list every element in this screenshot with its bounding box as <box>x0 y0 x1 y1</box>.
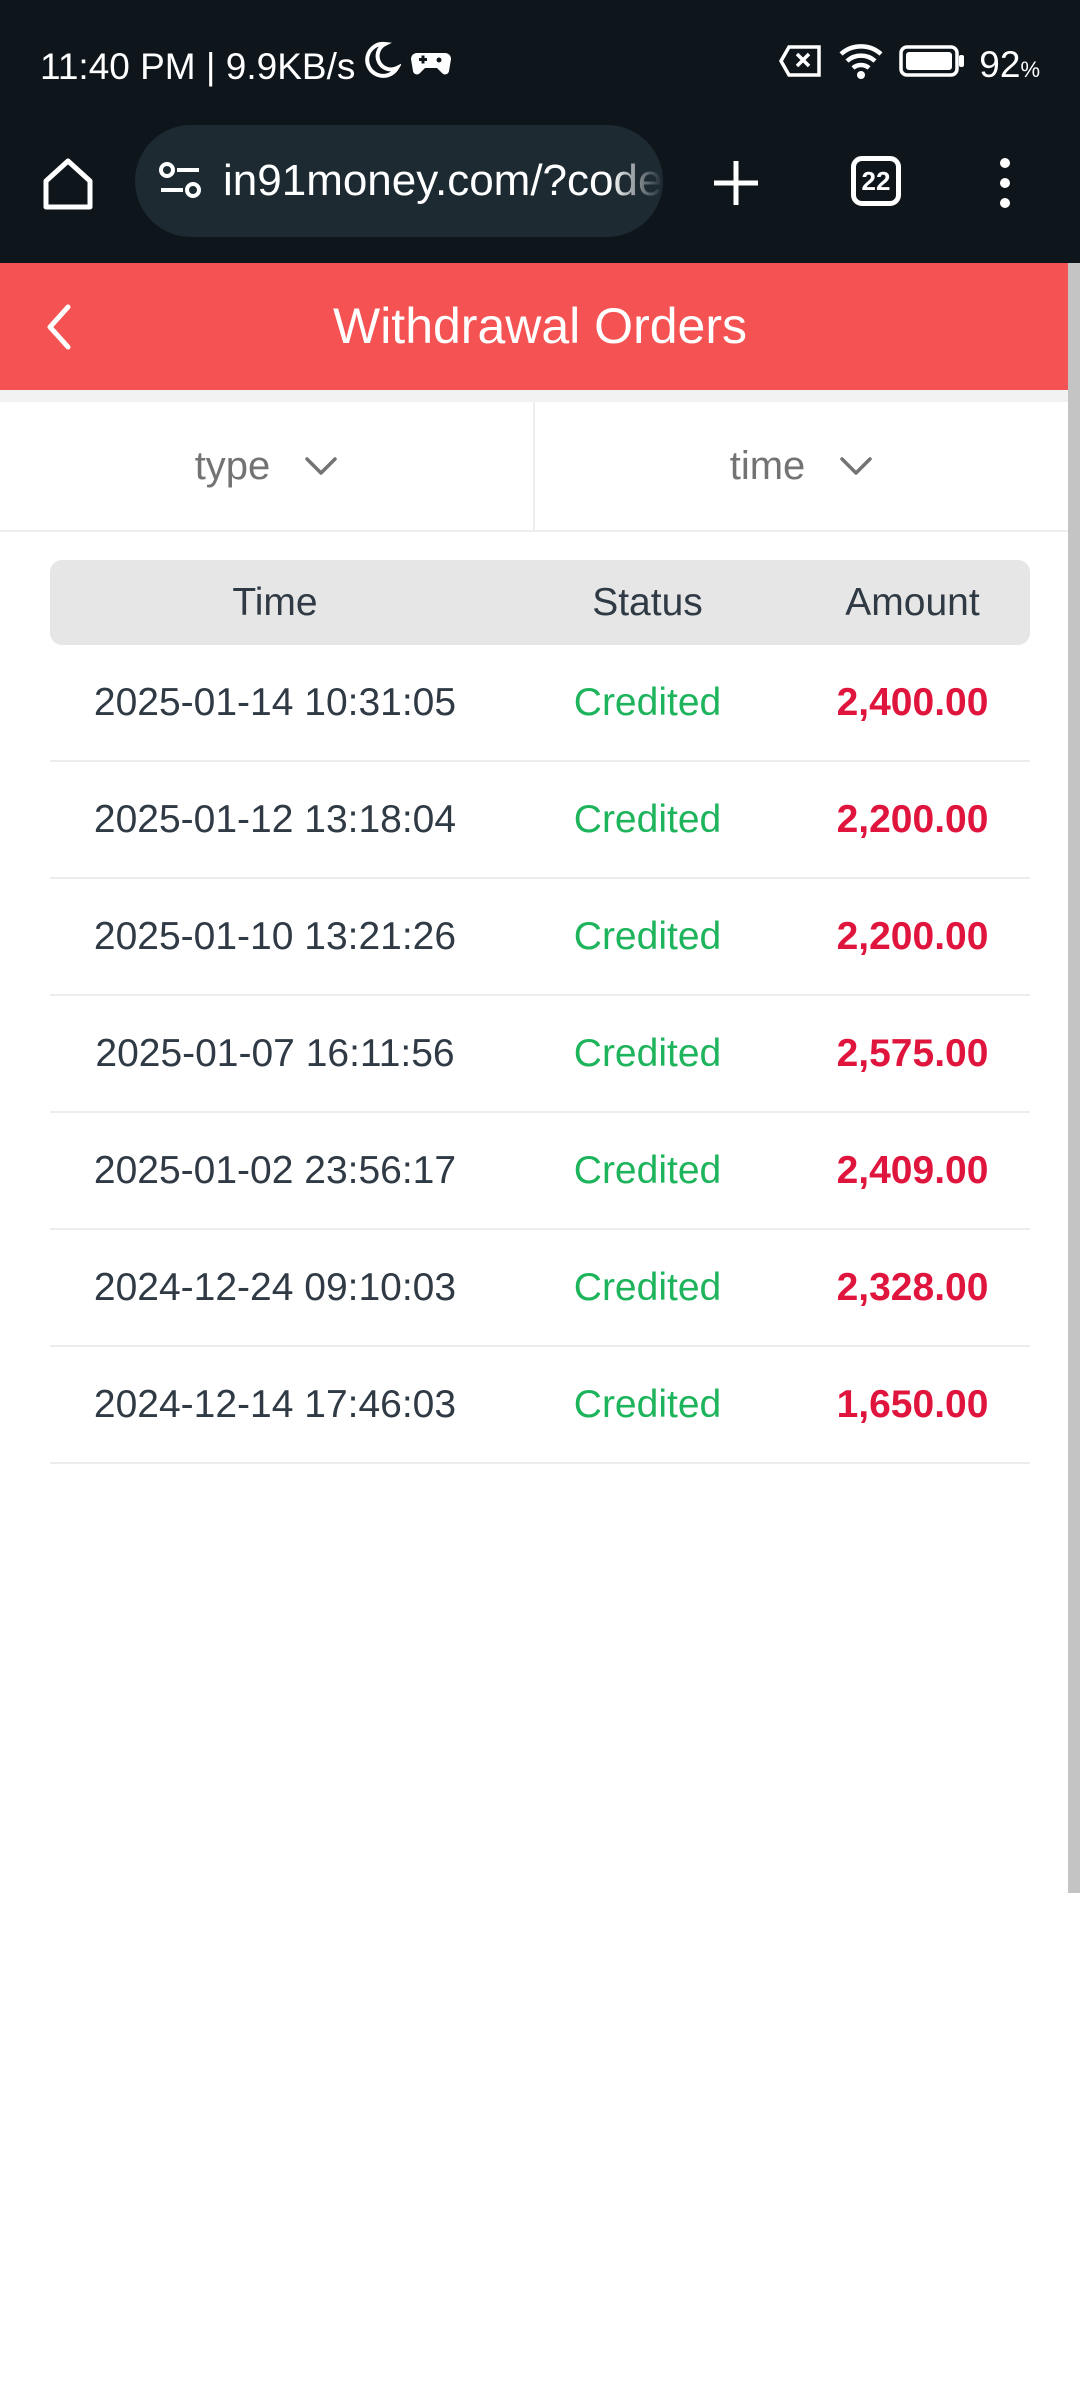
type-filter-label: type <box>194 443 271 488</box>
url-text[interactable]: in91money.com/?code <box>223 156 663 206</box>
row-status: Credited <box>573 1031 722 1075</box>
tab-count: 22 <box>861 166 891 196</box>
row-status: Credited <box>573 1265 722 1309</box>
page-scrollbar[interactable] <box>1068 263 1080 1893</box>
browser-toolbar: in91money.com/?code 22 <box>0 125 1080 263</box>
plus-icon <box>714 161 758 205</box>
wifi-icon <box>837 42 885 89</box>
row-time: 2025-01-10 13:21:26 <box>93 914 457 958</box>
sim-off-icon <box>779 44 823 87</box>
row-amount: 2,200.00 <box>836 914 989 958</box>
table-row[interactable]: 2025-01-02 23:56:17 Credited 2,409.00 <box>50 1113 1030 1230</box>
row-amount: 2,575.00 <box>836 1031 989 1075</box>
row-status: Credited <box>573 680 722 724</box>
gamepad-icon <box>409 42 453 92</box>
row-time: 2025-01-02 23:56:17 <box>93 1148 457 1192</box>
tabs-button[interactable]: 22 <box>851 156 901 206</box>
page-title: Withdrawal Orders <box>333 298 747 354</box>
status-time-speed: 11:40 PM | 9.9KB/s <box>40 45 356 87</box>
filter-bar: type time <box>0 402 1068 532</box>
row-time: 2024-12-14 17:46:03 <box>93 1382 457 1426</box>
row-time: 2025-01-14 10:31:05 <box>93 680 457 724</box>
row-amount: 2,400.00 <box>836 680 989 724</box>
status-bar: 11:40 PM | 9.9KB/s 92% <box>0 0 1080 125</box>
table-row[interactable]: 2024-12-24 09:10:03 Credited 2,328.00 <box>50 1230 1030 1347</box>
moon-icon <box>363 40 403 93</box>
more-menu-button[interactable] <box>990 153 1020 213</box>
row-time: 2024-12-24 09:10:03 <box>93 1265 457 1309</box>
table-row[interactable]: 2025-01-07 16:11:56 Credited 2,575.00 <box>50 996 1030 1113</box>
home-icon <box>43 158 93 210</box>
row-time: 2025-01-07 16:11:56 <box>95 1031 455 1075</box>
header-time: Time <box>232 580 318 624</box>
time-filter[interactable]: time <box>533 402 1068 530</box>
row-status: Credited <box>573 1382 722 1426</box>
chevron-down-icon <box>840 457 873 475</box>
table-row[interactable]: 2025-01-12 13:18:04 Credited 2,200.00 <box>50 762 1030 879</box>
row-amount: 2,200.00 <box>836 797 989 841</box>
new-tab-button[interactable] <box>706 153 766 213</box>
row-time: 2025-01-12 13:18:04 <box>93 797 457 841</box>
chevron-left-icon <box>47 304 71 350</box>
row-status: Credited <box>573 914 722 958</box>
header-divider <box>0 390 1080 402</box>
table-header: Time Status Amount <box>50 560 1030 645</box>
address-bar[interactable]: in91money.com/?code <box>135 125 663 237</box>
type-filter[interactable]: type <box>0 402 533 530</box>
status-left: 11:40 PM | 9.9KB/s <box>40 40 453 93</box>
row-status: Credited <box>573 1148 722 1192</box>
row-status: Credited <box>573 797 722 841</box>
back-button[interactable] <box>38 297 78 357</box>
table-row[interactable]: 2025-01-10 13:21:26 Credited 2,200.00 <box>50 879 1030 996</box>
chevron-down-icon <box>305 457 338 475</box>
header-status: Status <box>592 580 703 624</box>
more-vert-icon <box>1000 158 1010 208</box>
orders-table: Time Status Amount 2025-01-14 10:31:05 C… <box>50 560 1030 1464</box>
header-amount: Amount <box>845 580 980 624</box>
row-amount: 2,328.00 <box>836 1265 989 1309</box>
table-row[interactable]: 2025-01-14 10:31:05 Credited 2,400.00 <box>50 645 1030 762</box>
home-button[interactable] <box>38 153 98 213</box>
row-amount: 2,409.00 <box>836 1148 989 1192</box>
status-right: 92% <box>779 40 1040 90</box>
battery-percent: 92% <box>979 44 1040 85</box>
app-header: Withdrawal Orders <box>0 263 1080 390</box>
battery-icon <box>899 44 965 86</box>
time-filter-label: time <box>729 443 806 488</box>
row-amount: 1,650.00 <box>836 1382 989 1426</box>
site-settings-icon[interactable] <box>157 158 203 204</box>
table-row[interactable]: 2024-12-14 17:46:03 Credited 1,650.00 <box>50 1347 1030 1464</box>
